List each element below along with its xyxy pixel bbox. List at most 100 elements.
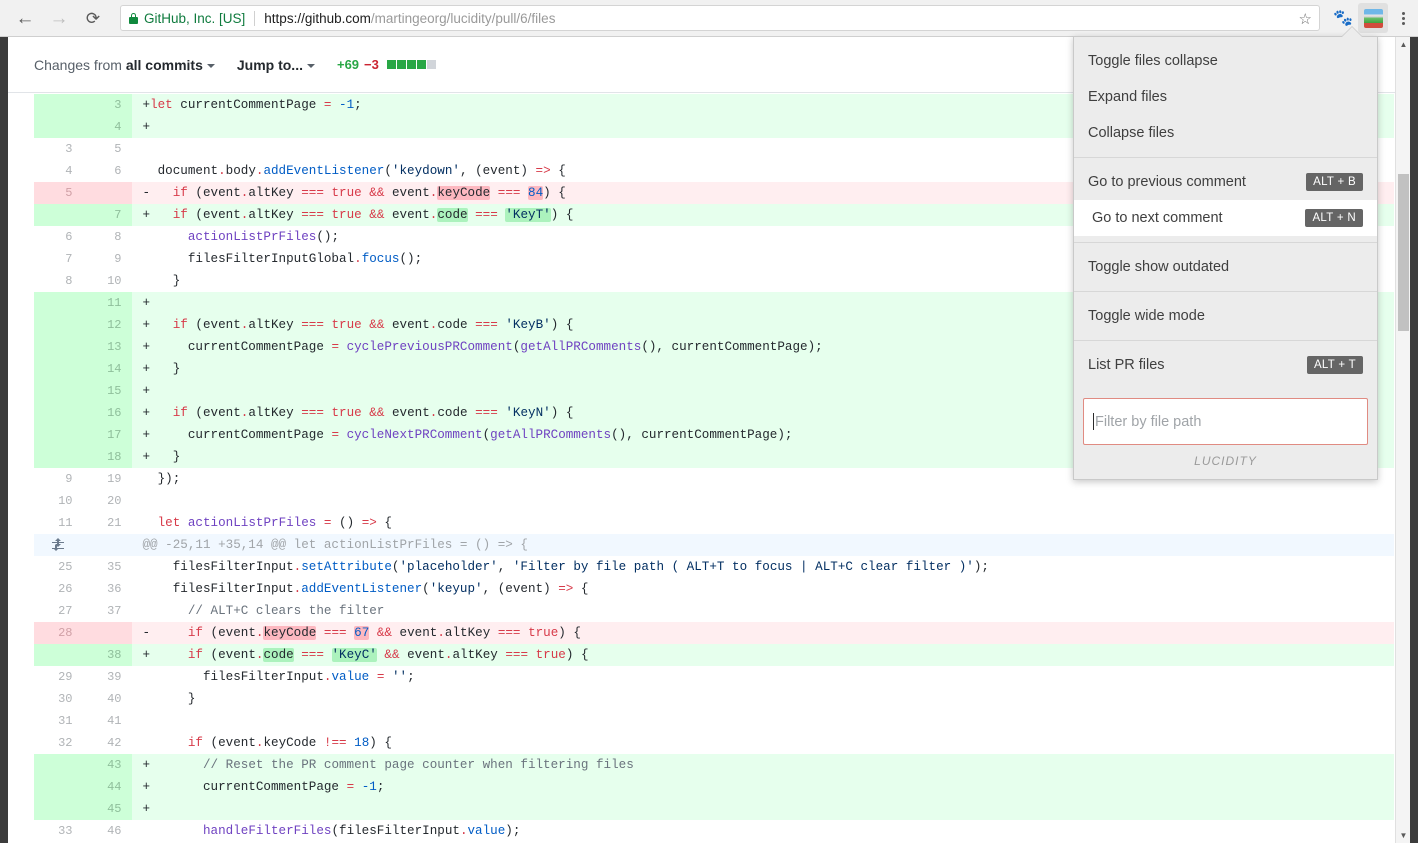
new-line-number: 19 [83, 468, 132, 490]
diff-row: 45+ [34, 798, 1394, 820]
chevron-down-icon [307, 64, 315, 68]
address-bar[interactable]: GitHub, Inc. [US] https://github.com/mar… [120, 5, 1320, 31]
new-line-number: 36 [83, 578, 132, 600]
menu-group: List PR filesALT + T [1074, 341, 1377, 389]
menu-item-list-pr-files[interactable]: List PR filesALT + T [1074, 347, 1377, 383]
expand-hunk-button[interactable] [34, 534, 83, 556]
old-line-number [34, 94, 83, 116]
star-icon[interactable]: ☆ [1299, 10, 1312, 28]
url-host: https://github.com [264, 11, 371, 26]
new-line-number: 35 [83, 556, 132, 578]
new-line-number: 18 [83, 446, 132, 468]
new-line-number: 6 [83, 160, 132, 182]
menu-item-label: Go to next comment [1092, 210, 1223, 226]
menu-item-go-to-previous-comment[interactable]: Go to previous commentALT + B [1074, 164, 1377, 200]
new-line-number: 40 [83, 688, 132, 710]
new-line-number [83, 622, 132, 644]
diff-code-cell [132, 490, 1394, 512]
diff-row: 43+ // Reset the PR comment page counter… [34, 754, 1394, 776]
old-line-number: 27 [34, 600, 83, 622]
new-line-number: 20 [83, 490, 132, 512]
changes-from-value: all commits [126, 57, 203, 73]
new-line-number [83, 534, 132, 556]
old-line-number: 11 [34, 512, 83, 534]
old-line-number: 33 [34, 820, 83, 842]
jump-to-label: Jump to... [237, 57, 303, 73]
old-line-number: 5 [34, 182, 83, 204]
window-right-edge [1410, 37, 1418, 843]
site-identity-label: GitHub, Inc. [US] [144, 11, 245, 26]
old-line-number: 29 [34, 666, 83, 688]
diff-code-cell: filesFilterInput.setAttribute('placehold… [132, 556, 1394, 578]
old-line-number [34, 402, 83, 424]
omnibox-divider [254, 11, 255, 26]
diff-code-cell: let actionListPrFiles = () => { [132, 512, 1394, 534]
url-path: /martingeorg/lucidity/pull/6/files [371, 11, 556, 26]
menu-item-expand-files[interactable]: Expand files [1074, 79, 1377, 115]
lock-icon [129, 13, 138, 24]
diff-code-cell: + currentCommentPage = -1; [132, 776, 1394, 798]
new-line-number: 9 [83, 248, 132, 270]
diff-code-cell [132, 710, 1394, 732]
menu-item-toggle-wide-mode[interactable]: Toggle wide mode [1074, 298, 1377, 334]
lucidity-icon[interactable] [1358, 3, 1388, 33]
new-line-number: 13 [83, 336, 132, 358]
old-line-number: 26 [34, 578, 83, 600]
menu-item-collapse-files[interactable]: Collapse files [1074, 115, 1377, 151]
diff-row: 3040 } [34, 688, 1394, 710]
menu-item-label: Go to previous comment [1088, 174, 1246, 190]
scroll-up-arrow-icon[interactable]: ▲ [1396, 37, 1411, 52]
deletions-count: −3 [364, 57, 379, 72]
diff-row: 3346 handleFilterFiles(filesFilterInput.… [34, 820, 1394, 842]
diffstat-blocks [387, 60, 436, 69]
old-line-number [34, 292, 83, 314]
new-line-number: 11 [83, 292, 132, 314]
new-line-number: 5 [83, 138, 132, 160]
diffstat-block [397, 60, 406, 69]
vertical-scrollbar[interactable]: ▲ ▼ [1395, 37, 1410, 843]
menu-item-label: Expand files [1088, 89, 1167, 105]
new-line-number: 38 [83, 644, 132, 666]
new-line-number: 21 [83, 512, 132, 534]
menu-item-shortcut: ALT + N [1305, 209, 1363, 227]
old-line-number: 28 [34, 622, 83, 644]
popup-pointer-arrow [1342, 27, 1362, 37]
diff-row: 1121 let actionListPrFiles = () => { [34, 512, 1394, 534]
old-line-number [34, 644, 83, 666]
forward-arrow-icon[interactable]: → [42, 1, 76, 35]
diffstat-block [417, 60, 426, 69]
new-line-number: 16 [83, 402, 132, 424]
changes-from-dropdown[interactable]: Changes from all commits [34, 57, 215, 73]
menu-item-go-to-next-comment[interactable]: Go to next comment ALT + N [1074, 200, 1377, 236]
old-line-number [34, 776, 83, 798]
diffstat[interactable]: +69 −3 [337, 57, 436, 72]
new-line-number: 4 [83, 116, 132, 138]
diff-code-cell: + if (event.code === 'KeyC' && event.alt… [132, 644, 1394, 666]
menu-item-toggle-files-collapse[interactable]: Toggle files collapse [1074, 43, 1377, 79]
scrollbar-thumb[interactable] [1398, 174, 1409, 331]
old-line-number: 31 [34, 710, 83, 732]
filter-input-wrapper: Filter by file path [1074, 389, 1377, 445]
new-line-number: 41 [83, 710, 132, 732]
additions-count: +69 [337, 57, 359, 72]
new-line-number: 42 [83, 732, 132, 754]
scroll-down-arrow-icon[interactable]: ▼ [1396, 828, 1411, 843]
diff-code-cell: filesFilterInput.value = ''; [132, 666, 1394, 688]
filter-by-file-path-input[interactable]: Filter by file path [1083, 398, 1368, 445]
menu-item-toggle-show-outdated[interactable]: Toggle show outdated [1074, 249, 1377, 285]
diff-code-cell: + [132, 798, 1394, 820]
back-arrow-icon[interactable]: ← [8, 1, 42, 35]
jump-to-dropdown[interactable]: Jump to... [237, 57, 315, 73]
browser-toolbar: ← → ⟳ GitHub, Inc. [US] https://github.c… [0, 0, 1418, 37]
kebab-menu-icon[interactable] [1388, 3, 1418, 33]
diffstat-block [407, 60, 416, 69]
old-line-number: 25 [34, 556, 83, 578]
old-line-number [34, 798, 83, 820]
new-line-number: 43 [83, 754, 132, 776]
old-line-number [34, 204, 83, 226]
new-line-number: 45 [83, 798, 132, 820]
reload-icon[interactable]: ⟳ [76, 1, 110, 35]
menu-group: Toggle show outdated [1074, 243, 1377, 291]
diff-code-cell: + // Reset the PR comment page counter w… [132, 754, 1394, 776]
new-line-number [83, 182, 132, 204]
